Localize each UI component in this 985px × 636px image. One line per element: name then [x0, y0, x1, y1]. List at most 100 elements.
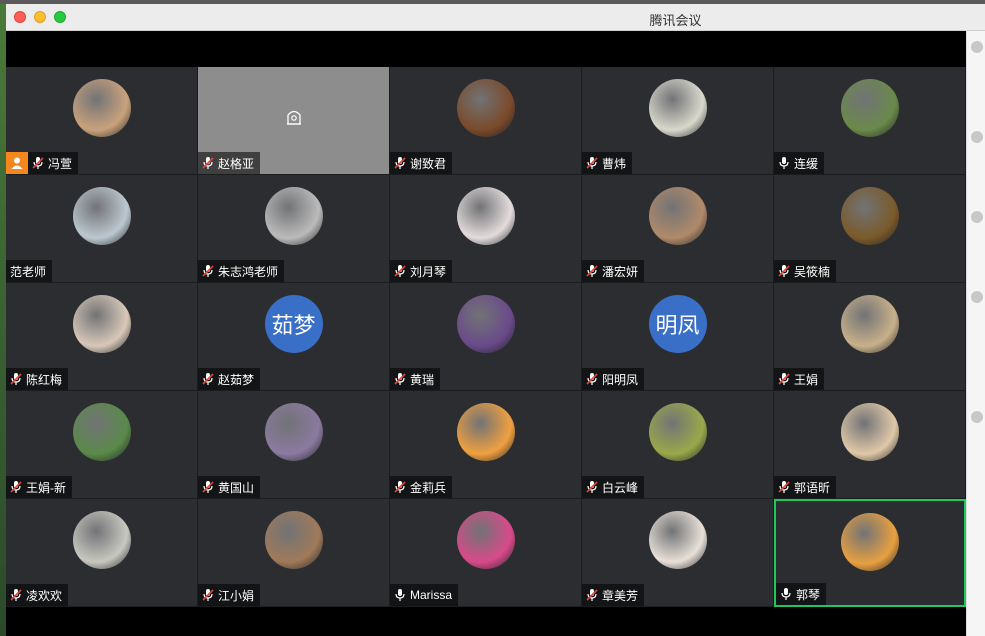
participant-name: 范老师	[10, 264, 47, 279]
mic-muted-icon	[586, 480, 598, 494]
participant-label: 江小娟	[198, 584, 261, 606]
mic-icon	[780, 587, 792, 601]
meeting-top-bar	[6, 31, 966, 67]
participant-name: 吴筱楠	[794, 264, 831, 279]
participant-label: 白云峰	[582, 476, 645, 498]
participant-tile[interactable]: 明凤 阳明凤	[582, 283, 774, 391]
side-avatar-icon	[971, 291, 983, 303]
participant-tile[interactable]: 黄国山	[198, 391, 390, 499]
participant-label: 吴筱楠	[774, 260, 837, 282]
participant-tile[interactable]: 陈红梅	[6, 283, 198, 391]
cartoon-photo	[456, 403, 515, 461]
host-person-icon	[6, 152, 28, 174]
mic-muted-icon	[10, 372, 22, 386]
participant-tile[interactable]: Marissa	[390, 499, 582, 607]
participant-tile[interactable]: 连缓	[774, 67, 966, 175]
participant-label: 金莉兵	[390, 476, 453, 498]
participant-tile[interactable]: 金莉兵	[390, 391, 582, 499]
participant-tile[interactable]: 王娟-新	[6, 391, 198, 499]
participant-name: 刘月琴	[410, 264, 447, 279]
participant-name: 潘宏妍	[602, 264, 639, 279]
birds-photo	[72, 187, 131, 245]
participant-tile[interactable]: 凌欢欢	[6, 499, 198, 607]
participant-tile[interactable]: 谢致君	[390, 67, 582, 175]
anime-photo	[456, 295, 515, 353]
participant-label: 朱志鸿老师	[198, 260, 285, 282]
participant-tile[interactable]: 潘宏妍	[582, 175, 774, 283]
participant-name: Marissa	[410, 588, 453, 602]
participant-name: 郭琴	[796, 587, 821, 602]
participant-tile[interactable]: 赵格亚	[198, 67, 390, 175]
mic-icon	[778, 156, 790, 170]
participant-tile[interactable]: 范老师	[6, 175, 198, 283]
participant-tile[interactable]: 郭琴	[774, 499, 966, 607]
participant-tile[interactable]: 黄瑞	[390, 283, 582, 391]
side-avatar-icon	[971, 411, 983, 423]
sunset-photo	[841, 513, 899, 571]
chat-icon[interactable]	[971, 41, 983, 53]
participant-tile[interactable]: 吴筱楠	[774, 175, 966, 283]
participant-tile[interactable]: 王娟	[774, 283, 966, 391]
mic-muted-icon	[586, 156, 598, 170]
mic-muted-icon	[394, 264, 406, 278]
participant-name: 白云峰	[602, 480, 639, 495]
participant-name: 王娟	[794, 372, 819, 387]
participant-label: 连缓	[774, 152, 825, 174]
side-panel	[966, 31, 985, 636]
participant-name: 赵格亚	[218, 156, 255, 171]
participant-name: 郭语昕	[794, 480, 831, 495]
participant-tile[interactable]: 朱志鸿老师	[198, 175, 390, 283]
participant-name: 王娟-新	[26, 480, 66, 495]
participant-label: 刘月琴	[390, 260, 453, 282]
participant-name: 陈红梅	[26, 372, 63, 387]
participant-label: 陈红梅	[6, 368, 69, 390]
participant-label: 潘宏妍	[582, 260, 645, 282]
participant-label: 黄瑞	[390, 368, 441, 390]
participant-tile[interactable]: 江小娟	[198, 499, 390, 607]
participant-tile[interactable]: 郭语昕	[774, 391, 966, 499]
participant-label: Marissa	[390, 584, 459, 606]
participant-label: 黄国山	[198, 476, 261, 498]
mic-muted-icon	[778, 264, 790, 278]
window-titlebar: 腾讯会议	[6, 4, 985, 31]
swan-photo	[264, 187, 323, 245]
participant-tile[interactable]: 刘月琴	[390, 175, 582, 283]
painting-photo	[456, 187, 515, 245]
participant-name: 赵茹梦	[218, 372, 255, 387]
mic-icon	[394, 588, 406, 602]
family-photo	[648, 187, 707, 245]
window-title: 腾讯会议	[649, 13, 702, 28]
mic-muted-icon	[586, 588, 598, 602]
children-photo	[648, 511, 707, 569]
meeting-bottom-bar	[6, 607, 966, 636]
text-avatar: 茹梦	[264, 295, 323, 353]
mic-muted-icon	[32, 156, 44, 170]
participant-name: 金莉兵	[410, 480, 447, 495]
participant-label: 赵格亚	[198, 152, 261, 174]
side-avatar-icon	[971, 131, 983, 143]
participant-tile[interactable]: 冯萱	[6, 67, 198, 175]
participant-tile[interactable]: 白云峰	[582, 391, 774, 499]
participant-name: 黄瑞	[410, 372, 435, 387]
participant-label: 范老师	[6, 260, 53, 282]
participant-label: 赵茹梦	[198, 368, 261, 390]
participant-tile[interactable]: 曹炜	[582, 67, 774, 175]
participant-tile[interactable]: 茹梦赵茹梦	[198, 283, 390, 391]
field-photo	[648, 403, 707, 461]
participant-name: 章美芳	[602, 588, 639, 603]
building-photo	[264, 511, 323, 569]
participant-tile[interactable]: 章美芳	[582, 499, 774, 607]
participant-label: 章美芳	[582, 584, 645, 606]
participant-label: 王娟-新	[6, 476, 72, 498]
cup-photo	[648, 79, 707, 137]
side-avatar-icon	[971, 211, 983, 223]
participant-label: 谢致君	[390, 152, 453, 174]
participant-label: 曹炜	[582, 152, 633, 174]
mic-muted-icon	[778, 372, 790, 386]
flowers-photo	[840, 79, 899, 137]
mic-muted-icon	[202, 156, 214, 170]
mic-muted-icon	[586, 264, 598, 278]
participant-label: 郭琴	[776, 583, 827, 605]
woman-park-photo	[72, 403, 131, 461]
participant-name: 江小娟	[218, 588, 255, 603]
